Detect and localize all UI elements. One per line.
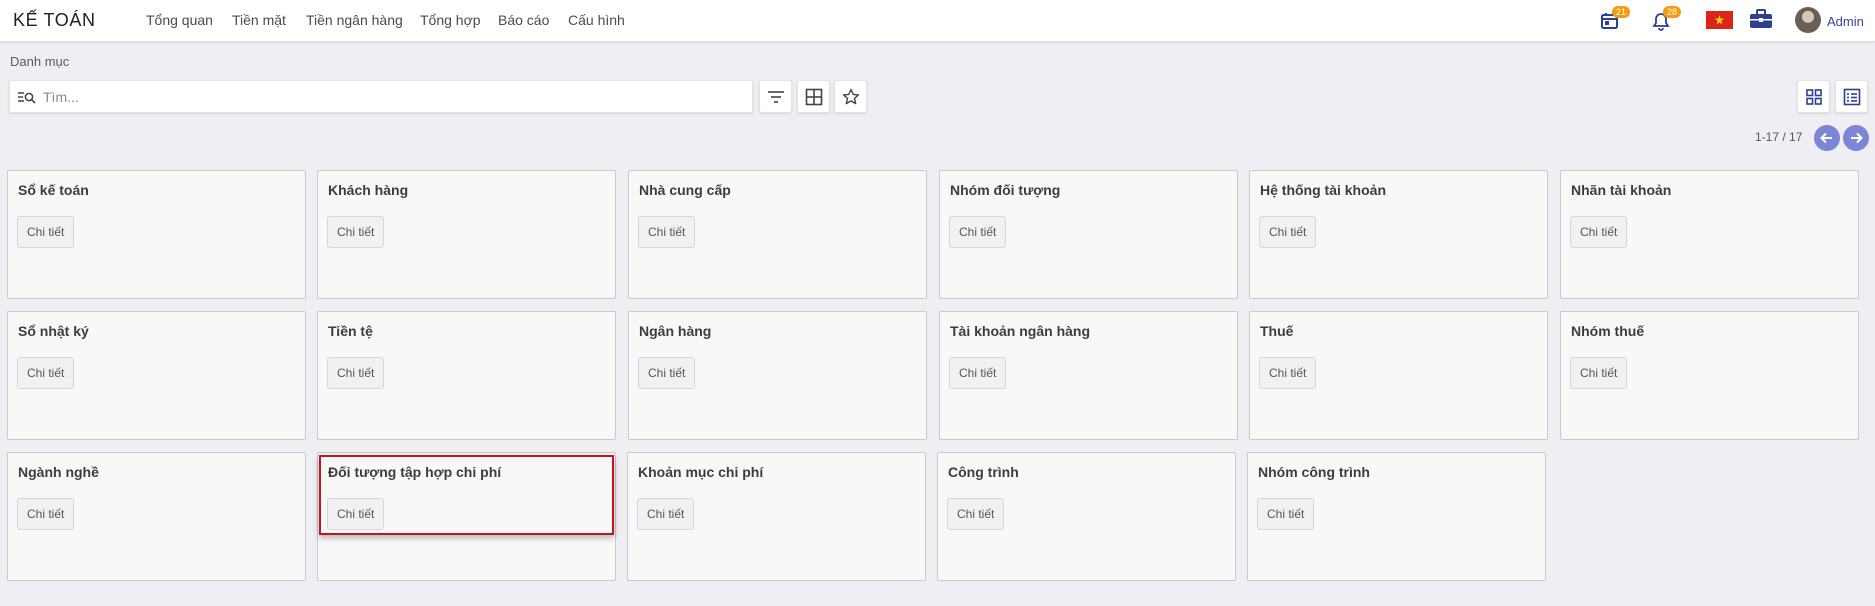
list-view-icon [1843,88,1860,105]
card-title: Đối tượng tập hợp chi phí [328,464,502,480]
card-so-ke-toan[interactable]: Sổ kế toán Chi tiết [7,170,306,299]
search-bar [9,80,753,113]
card-title: Nhóm đối tượng [950,182,1061,198]
search-input[interactable] [43,87,743,107]
group-by-button[interactable] [797,80,830,113]
detail-button[interactable]: Chi tiết [947,498,1005,530]
detail-button[interactable]: Chi tiết [1570,216,1628,248]
detail-button[interactable]: Chi tiết [1257,498,1315,530]
card-title: Sổ nhật ký [18,323,89,339]
card-so-nhat-ky[interactable]: Sổ nhật ký Chi tiết [7,311,306,440]
detail-button[interactable]: Chi tiết [327,498,385,530]
detail-button[interactable]: Chi tiết [638,357,696,389]
detail-button[interactable]: Chi tiết [949,357,1007,389]
group-by-icon [805,88,822,105]
breadcrumb: Danh mục [10,54,70,69]
detail-button[interactable]: Chi tiết [1259,357,1317,389]
company-switcher-button[interactable] [1749,9,1775,35]
notification-badge: 28 [1663,6,1681,18]
card-title: Nhãn tài khoản [1571,182,1672,198]
detail-button[interactable]: Chi tiết [638,216,696,248]
card-khoan-muc-chi-phi[interactable]: Khoản mục chi phí Chi tiết [627,452,926,581]
menu-item-tong-quan[interactable]: Tổng quan [146,12,213,28]
card-ngan-hang[interactable]: Ngân hàng Chi tiết [628,311,927,440]
briefcase-icon [1750,9,1772,28]
detail-button[interactable]: Chi tiết [949,216,1007,248]
card-title: Công trình [948,464,1019,480]
card-thue[interactable]: Thuế Chi tiết [1249,311,1548,440]
kanban-view-icon [1805,88,1822,105]
calendar-badge: 21 [1612,6,1630,18]
card-tai-khoan-ngan-hang[interactable]: Tài khoản ngân hàng Chi tiết [939,311,1238,440]
vietnam-flag-icon [1706,11,1733,29]
activity-calendar-button[interactable]: 21 [1599,6,1630,34]
detail-button[interactable]: Chi tiết [1570,357,1628,389]
card-title: Nhóm công trình [1258,464,1370,480]
detail-button[interactable]: Chi tiết [17,357,75,389]
card-title: Sổ kế toán [18,182,89,198]
card-cong-trinh[interactable]: Công trình Chi tiết [937,452,1236,581]
card-nhom-doi-tuong[interactable]: Nhóm đối tượng Chi tiết [939,170,1238,299]
avatar[interactable] [1795,7,1821,33]
detail-button[interactable]: Chi tiết [17,216,75,248]
card-he-thong-tai-khoan[interactable]: Hệ thống tài khoản Chi tiết [1249,170,1548,299]
card-title: Tài khoản ngân hàng [950,323,1091,339]
pager-previous-button[interactable] [1814,125,1840,151]
detail-button[interactable]: Chi tiết [327,216,385,248]
arrow-left-icon [1820,132,1832,144]
favorite-star-icon [842,88,859,104]
card-nganh-nghe[interactable]: Ngành nghề Chi tiết [7,452,306,581]
notifications-button[interactable]: 28 [1650,6,1681,34]
card-nha-cung-cap[interactable]: Nhà cung cấp Chi tiết [628,170,927,299]
card-title: Hệ thống tài khoản [1260,182,1386,198]
card-title: Khách hàng [328,182,409,198]
card-nhom-cong-trinh[interactable]: Nhóm công trình Chi tiết [1247,452,1546,581]
user-name[interactable]: Admin [1827,14,1864,29]
menu-item-tien-ngan-hang[interactable]: Tiền ngân hàng [306,12,403,28]
detail-button[interactable]: Chi tiết [1259,216,1317,248]
menu-item-bao-cao[interactable]: Báo cáo [498,12,549,28]
filter-icon [767,90,784,103]
card-title: Ngân hàng [639,323,712,339]
card-tien-te[interactable]: Tiền tệ Chi tiết [317,311,616,440]
top-navbar: KẾ TOÁN Tổng quan Tiền mặt Tiền ngân hàn… [0,0,1875,42]
kanban-view-button[interactable] [1797,80,1830,113]
card-doi-tuong-tap-hop-chi-phi[interactable]: Đối tượng tập hợp chi phí Chi tiết [317,452,616,581]
pager-next-button[interactable] [1843,125,1869,151]
card-title: Tiền tệ [328,323,373,339]
search-icon [18,92,36,104]
card-title: Nhóm thuế [1571,323,1645,339]
pager-value[interactable]: 1-17 / 17 [1755,130,1802,144]
card-title: Khoản mục chi phí [638,464,764,480]
menu-item-tong-hop[interactable]: Tổng hợp [420,12,481,28]
card-title: Ngành nghề [18,464,99,480]
app-title[interactable]: KẾ TOÁN [13,10,96,31]
card-nhom-thue[interactable]: Nhóm thuế Chi tiết [1560,311,1859,440]
menu-item-tien-mat[interactable]: Tiền mặt [232,12,286,28]
filter-button[interactable] [759,80,792,113]
card-title: Nhà cung cấp [639,182,731,198]
menu-item-cau-hinh[interactable]: Cấu hình [568,12,625,28]
detail-button[interactable]: Chi tiết [17,498,75,530]
detail-button[interactable]: Chi tiết [327,357,385,389]
card-khach-hang[interactable]: Khách hàng Chi tiết [317,170,616,299]
arrow-right-icon [1851,132,1863,144]
card-nhan-tai-khoan[interactable]: Nhãn tài khoản Chi tiết [1560,170,1859,299]
card-title: Thuế [1260,323,1294,339]
language-switcher[interactable] [1706,11,1733,29]
favorites-button[interactable] [834,80,867,113]
list-view-button[interactable] [1835,80,1868,113]
detail-button[interactable]: Chi tiết [637,498,695,530]
